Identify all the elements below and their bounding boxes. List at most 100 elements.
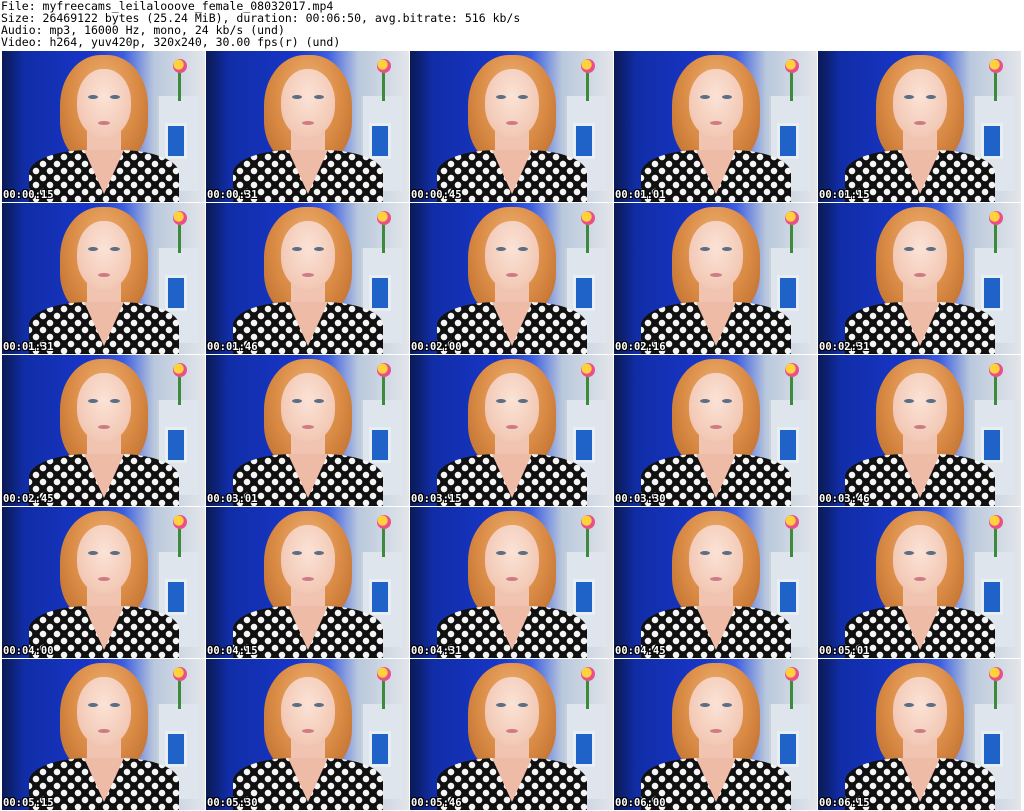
flower-stem: [790, 71, 793, 101]
mouth: [505, 729, 518, 733]
picture-frame: [777, 731, 799, 767]
frame-timestamp: 00:00:31: [207, 189, 258, 201]
wall-shadow: [614, 507, 636, 658]
right-eye: [517, 95, 528, 99]
neckline: [287, 454, 328, 498]
mouth: [505, 121, 518, 125]
video-frame-thumbnail: 00:01:31: [2, 203, 205, 354]
flower-stem: [178, 527, 181, 557]
face: [892, 373, 947, 441]
flower: [581, 515, 595, 529]
flower: [581, 363, 595, 377]
video-frame-thumbnail: 00:02:45: [2, 355, 205, 506]
flower-stem: [382, 375, 385, 405]
left-eye: [87, 399, 98, 403]
wall-shadow: [818, 51, 840, 202]
wall-shadow: [410, 51, 432, 202]
neckline: [899, 606, 940, 650]
frame-timestamp: 00:01:31: [3, 341, 54, 353]
left-eye: [903, 703, 914, 707]
face: [892, 677, 947, 745]
right-eye: [313, 399, 324, 403]
left-eye: [903, 247, 914, 251]
face: [484, 373, 539, 441]
neckline: [695, 150, 736, 194]
video-frame-thumbnail: 00:02:31: [818, 203, 1021, 354]
right-eye: [517, 703, 528, 707]
flower-stem: [382, 71, 385, 101]
neckline: [491, 606, 532, 650]
flower: [581, 211, 595, 225]
left-eye: [495, 247, 506, 251]
mouth: [97, 273, 110, 277]
wall-shadow: [2, 203, 24, 354]
face: [484, 221, 539, 289]
flower-stem: [382, 679, 385, 709]
neckline: [491, 150, 532, 194]
video-frame-thumbnail: 00:01:01: [614, 51, 817, 202]
picture-frame: [165, 427, 187, 463]
right-eye: [517, 551, 528, 555]
face: [892, 69, 947, 137]
right-eye: [925, 247, 936, 251]
flower-stem: [178, 679, 181, 709]
file-info-header: File: myfreecams_leilalooove_female_0803…: [1, 0, 1021, 48]
left-eye: [699, 95, 710, 99]
flower: [785, 211, 799, 225]
wall-shadow: [614, 203, 636, 354]
picture-frame: [165, 579, 187, 615]
neckline: [899, 302, 940, 346]
face: [892, 221, 947, 289]
wall-shadow: [818, 507, 840, 658]
frame-timestamp: 00:04:00: [3, 645, 54, 657]
picture-frame: [777, 427, 799, 463]
face: [688, 525, 743, 593]
left-eye: [291, 551, 302, 555]
mouth: [913, 425, 926, 429]
mouth: [709, 273, 722, 277]
flower: [377, 59, 391, 73]
face: [688, 373, 743, 441]
right-eye: [721, 703, 732, 707]
flower-stem: [994, 71, 997, 101]
left-eye: [699, 247, 710, 251]
left-eye: [903, 551, 914, 555]
video-frame-thumbnail: 00:01:46: [206, 203, 409, 354]
flower: [989, 211, 1003, 225]
frame-timestamp: 00:05:46: [411, 797, 462, 809]
video-frame-thumbnail: 00:04:45: [614, 507, 817, 658]
picture-frame: [573, 427, 595, 463]
mouth: [913, 273, 926, 277]
left-eye: [495, 703, 506, 707]
left-eye: [699, 703, 710, 707]
face: [76, 373, 131, 441]
frame-timestamp: 00:06:15: [819, 797, 870, 809]
wall-shadow: [410, 203, 432, 354]
picture-frame: [981, 579, 1003, 615]
wall-shadow: [410, 659, 432, 810]
face: [484, 677, 539, 745]
mouth: [301, 577, 314, 581]
frame-timestamp: 00:02:31: [819, 341, 870, 353]
face: [76, 69, 131, 137]
neckline: [83, 150, 124, 194]
frame-timestamp: 00:03:01: [207, 493, 258, 505]
right-eye: [109, 399, 120, 403]
right-eye: [721, 551, 732, 555]
mouth: [301, 729, 314, 733]
left-eye: [87, 551, 98, 555]
right-eye: [721, 247, 732, 251]
flower: [989, 363, 1003, 377]
flower: [377, 515, 391, 529]
thumbnail-grid: 00:00:15 00:00:31 00:00:45 00:01:01 00:01:15…: [2, 51, 1021, 810]
video-frame-thumbnail: 00:00:31: [206, 51, 409, 202]
flower-stem: [178, 375, 181, 405]
right-eye: [721, 399, 732, 403]
wall-shadow: [2, 507, 24, 658]
neckline: [83, 758, 124, 802]
face: [76, 221, 131, 289]
flower: [989, 667, 1003, 681]
left-eye: [291, 703, 302, 707]
frame-timestamp: 00:03:30: [615, 493, 666, 505]
wall-shadow: [206, 507, 228, 658]
